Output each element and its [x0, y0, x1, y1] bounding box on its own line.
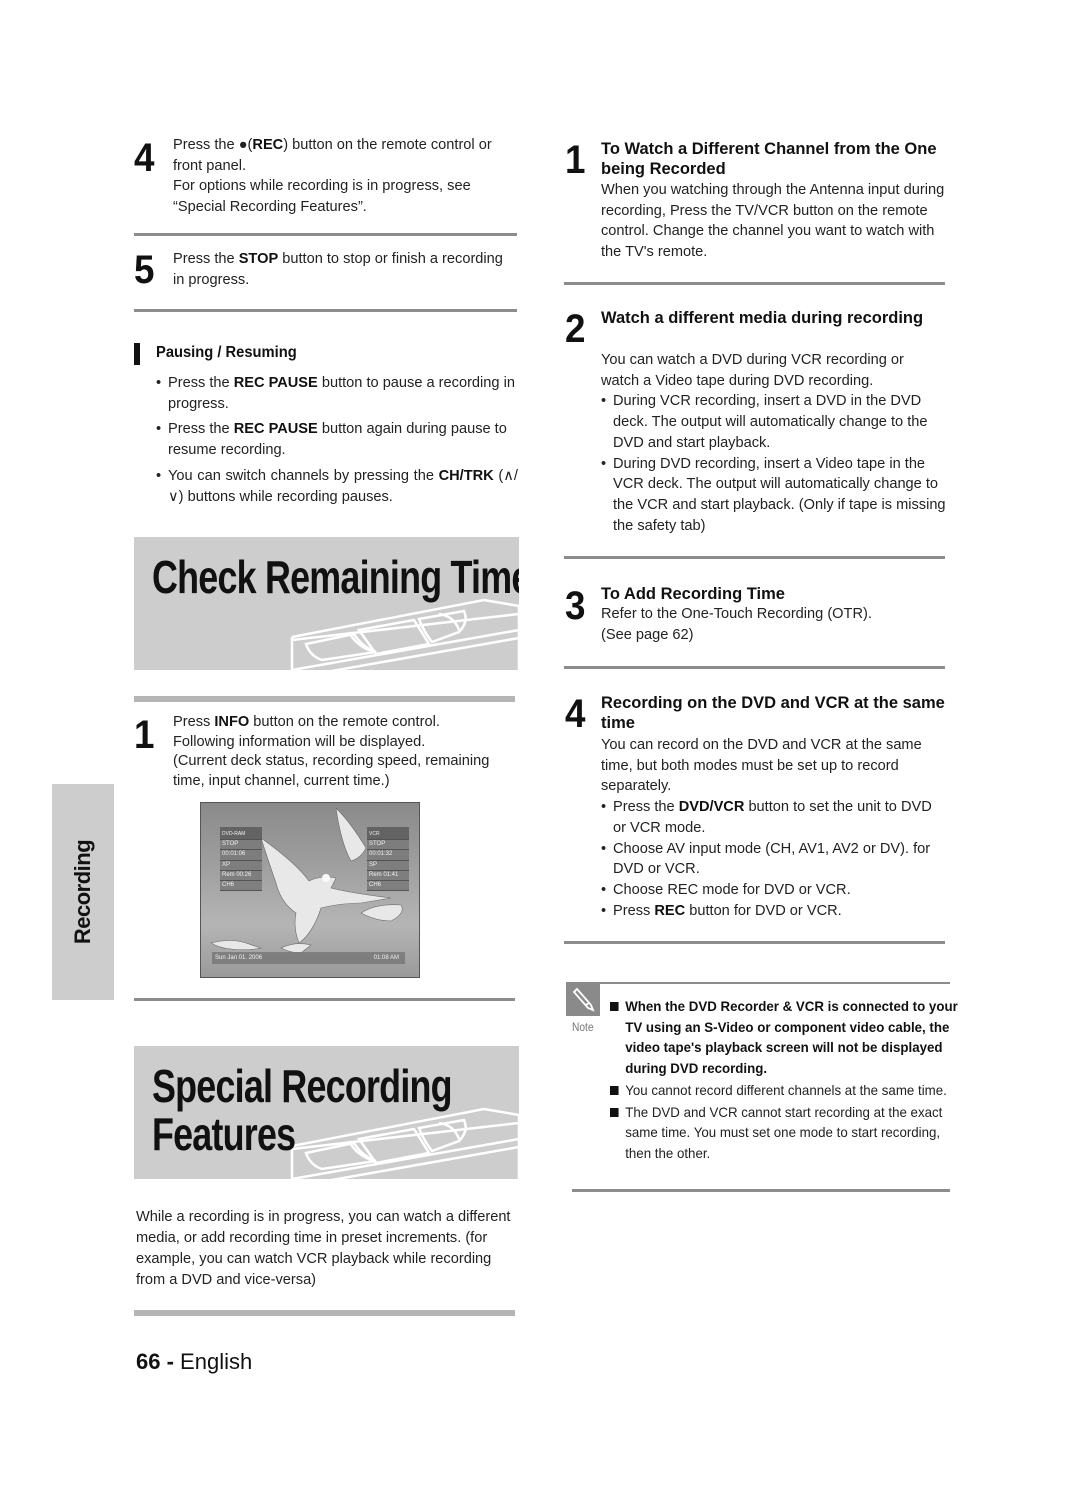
divider: [572, 1189, 950, 1192]
list-item: During DVD recording, insert a Video tap…: [601, 454, 946, 537]
side-tab-label: Recording: [70, 839, 95, 945]
dvd-ram-label: DVD-RAM: [220, 827, 262, 840]
see-page-reference: (See page 62): [601, 626, 694, 643]
list-item: During VCR recording, insert a DVD in th…: [601, 391, 946, 453]
item-1-body: When you watching through the Antenna in…: [601, 182, 945, 261]
note-item: When the DVD Recorder & VCR is connected…: [610, 996, 962, 1079]
vcr-label: VCR: [367, 827, 409, 840]
item-3-body: Refer to the One-Touch Recording (OTR). …: [601, 604, 946, 645]
banner-title-line2: Features: [152, 1108, 296, 1160]
item-1-title: To Watch a Different Channel from the On…: [601, 140, 937, 178]
pausing-list: Press the REC PAUSE button to pause a re…: [156, 373, 518, 512]
list-item: Choose REC mode for DVD or VCR.: [601, 880, 946, 901]
step-4-text: Press the ●(REC) button on the remote co…: [173, 137, 492, 216]
dvd-remaining: Rem 00:26: [220, 870, 262, 882]
item-4-title: Recording on the DVD and VCR at the same…: [601, 694, 945, 732]
list-item: Press the DVD/VCR button to set the unit…: [601, 797, 946, 838]
step-number-4: 4: [134, 136, 155, 180]
divider: [564, 666, 945, 669]
item-number-1: 1: [565, 138, 586, 182]
special-recording-features-banner: Special Recording Features: [134, 1046, 519, 1179]
info-screen-image: DVD-RAM STOP 00:01:06 XP Rem 00:26 CH6 V…: [200, 802, 420, 978]
note-item: You cannot record different channels at …: [610, 1080, 962, 1101]
page-footer: 66 - English: [136, 1349, 253, 1374]
note-label: Note: [572, 1020, 594, 1034]
list-item: Press the REC PAUSE button to pause a re…: [156, 373, 518, 414]
list-item: Choose AV input mode (CH, AV1, AV2 or DV…: [601, 839, 946, 880]
check-step-1-text: Press INFO button on the remote control.…: [173, 714, 490, 789]
item-4-body: You can record on the DVD and VCR at the…: [601, 735, 946, 926]
osd-date-bar: Sun Jan 01. 2006 01:08 AM: [212, 952, 405, 964]
osd-clock: 01:08 AM: [373, 955, 399, 961]
banner-title: Check Remaining Time: [152, 551, 519, 603]
check-remaining-time-banner: Check Remaining Time: [134, 537, 519, 670]
divider: [564, 282, 945, 285]
list-item: You can switch channels by pressing the …: [156, 466, 518, 507]
item-2-title: Watch a different media during recording: [601, 309, 924, 327]
vhs-cassette-icon: [290, 598, 519, 670]
divider: [134, 309, 517, 312]
item-2-list: During VCR recording, insert a DVD in th…: [601, 391, 946, 536]
item-number-3: 3: [565, 584, 586, 628]
banner-title-line1: Special Recording: [152, 1060, 453, 1112]
note-top-rule: [600, 982, 950, 984]
item-number-4: 4: [565, 692, 586, 736]
divider: [134, 233, 517, 236]
dvd-channel: CH6: [220, 881, 262, 892]
note-item: The DVD and VCR cannot start recording a…: [610, 1102, 962, 1164]
divider: [134, 1310, 515, 1316]
note-icon-box: [566, 982, 600, 1016]
dvd-time: 00:01:06: [220, 850, 262, 861]
special-intro-text: While a recording is in progress, you ca…: [136, 1209, 511, 1288]
rec-dot-icon: ●: [238, 137, 248, 153]
vcr-time: 00:01:32: [367, 850, 409, 861]
divider: [134, 998, 515, 1001]
note-list: When the DVD Recorder & VCR is connected…: [610, 996, 958, 1165]
item-3-title: To Add Recording Time: [601, 585, 785, 603]
dvd-status: STOP: [220, 840, 262, 851]
vcr-speed: SP: [367, 860, 409, 871]
item-number-2: 2: [565, 307, 586, 351]
vcr-status-panel: VCR STOP 00:01:32 SP Rem 01:41 CH6: [367, 827, 409, 892]
page-number: 66: [136, 1349, 161, 1374]
list-item: Press the REC PAUSE button again during …: [156, 419, 518, 460]
divider: [134, 696, 515, 702]
dvd-speed: XP: [220, 860, 262, 871]
divider: [564, 556, 945, 559]
language-label: English: [180, 1349, 253, 1374]
vhs-cassette-icon: [290, 1107, 519, 1179]
osd-date: Sun Jan 01. 2006: [215, 955, 263, 961]
divider: [564, 941, 945, 944]
section-marker: [134, 343, 140, 365]
section-side-tab: Recording: [52, 784, 114, 1000]
vcr-remaining: Rem 01:41: [367, 870, 409, 882]
vcr-channel: CH6: [367, 881, 409, 892]
item-4-list: Press the DVD/VCR button to set the unit…: [601, 797, 946, 921]
vcr-status: STOP: [367, 840, 409, 851]
pencil-icon: [572, 987, 595, 1012]
item-2-body: You can watch a DVD during VCR recording…: [601, 350, 946, 541]
list-item: Press REC button for DVD or VCR.: [601, 901, 946, 922]
step-5-text: Press the STOP button to stop or finish …: [173, 251, 503, 288]
dvd-status-panel: DVD-RAM STOP 00:01:06 XP Rem 00:26 CH6: [220, 827, 262, 892]
pausing-title: Pausing / Resuming: [156, 344, 297, 361]
step-number-5: 5: [134, 248, 155, 292]
step-number-1: 1: [134, 713, 155, 757]
